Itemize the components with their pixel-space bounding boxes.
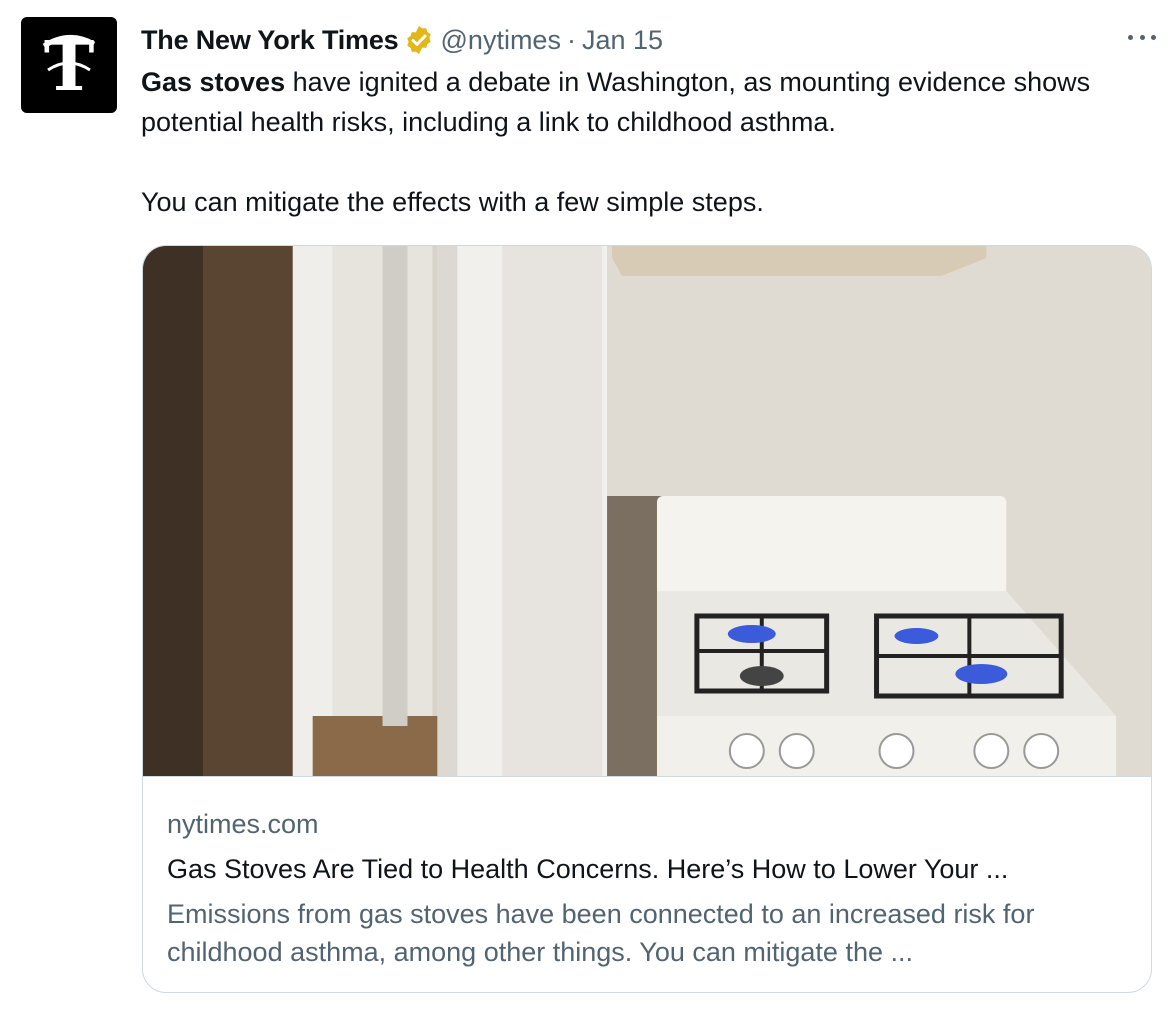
tweet-text: Gas stoves have ignited a debate in Wash… (141, 62, 1151, 222)
card-title[interactable]: Gas Stoves Are Tied to Health Concerns. … (167, 851, 1127, 887)
nyt-t-logo-icon: T (42, 27, 96, 104)
link-card[interactable]: nytimes.com Gas Stoves Are Tied to Healt… (142, 245, 1152, 993)
tweet-paragraph-2: You can mitigate the effects with a few … (141, 187, 764, 217)
tweet-bold-keyword: Gas stoves (141, 67, 286, 97)
more-dot (1151, 34, 1156, 40)
card-meta: nytimes.com Gas Stoves Are Tied to Healt… (143, 776, 1151, 971)
tweet-header: The New York Times @nytimes · Jan 15 (141, 20, 1154, 60)
gas-stove-photo (143, 246, 1151, 776)
verified-badge-icon[interactable] (403, 24, 435, 56)
tweet-date[interactable]: Jan 15 (582, 25, 663, 56)
avatar[interactable]: T (21, 17, 117, 113)
more-dot (1128, 34, 1133, 40)
separator-dot: · (566, 24, 576, 55)
card-description: Emissions from gas stoves have been conn… (167, 899, 1035, 967)
more-dot (1139, 34, 1145, 40)
card-domain: nytimes.com (167, 809, 319, 839)
tweet-paragraph-1: Gas stoves have ignited a debate in Wash… (141, 62, 1151, 142)
more-options-icon[interactable] (1122, 22, 1162, 52)
author-display-name[interactable]: The New York Times (141, 25, 399, 56)
author-handle[interactable]: @nytimes (441, 25, 561, 56)
